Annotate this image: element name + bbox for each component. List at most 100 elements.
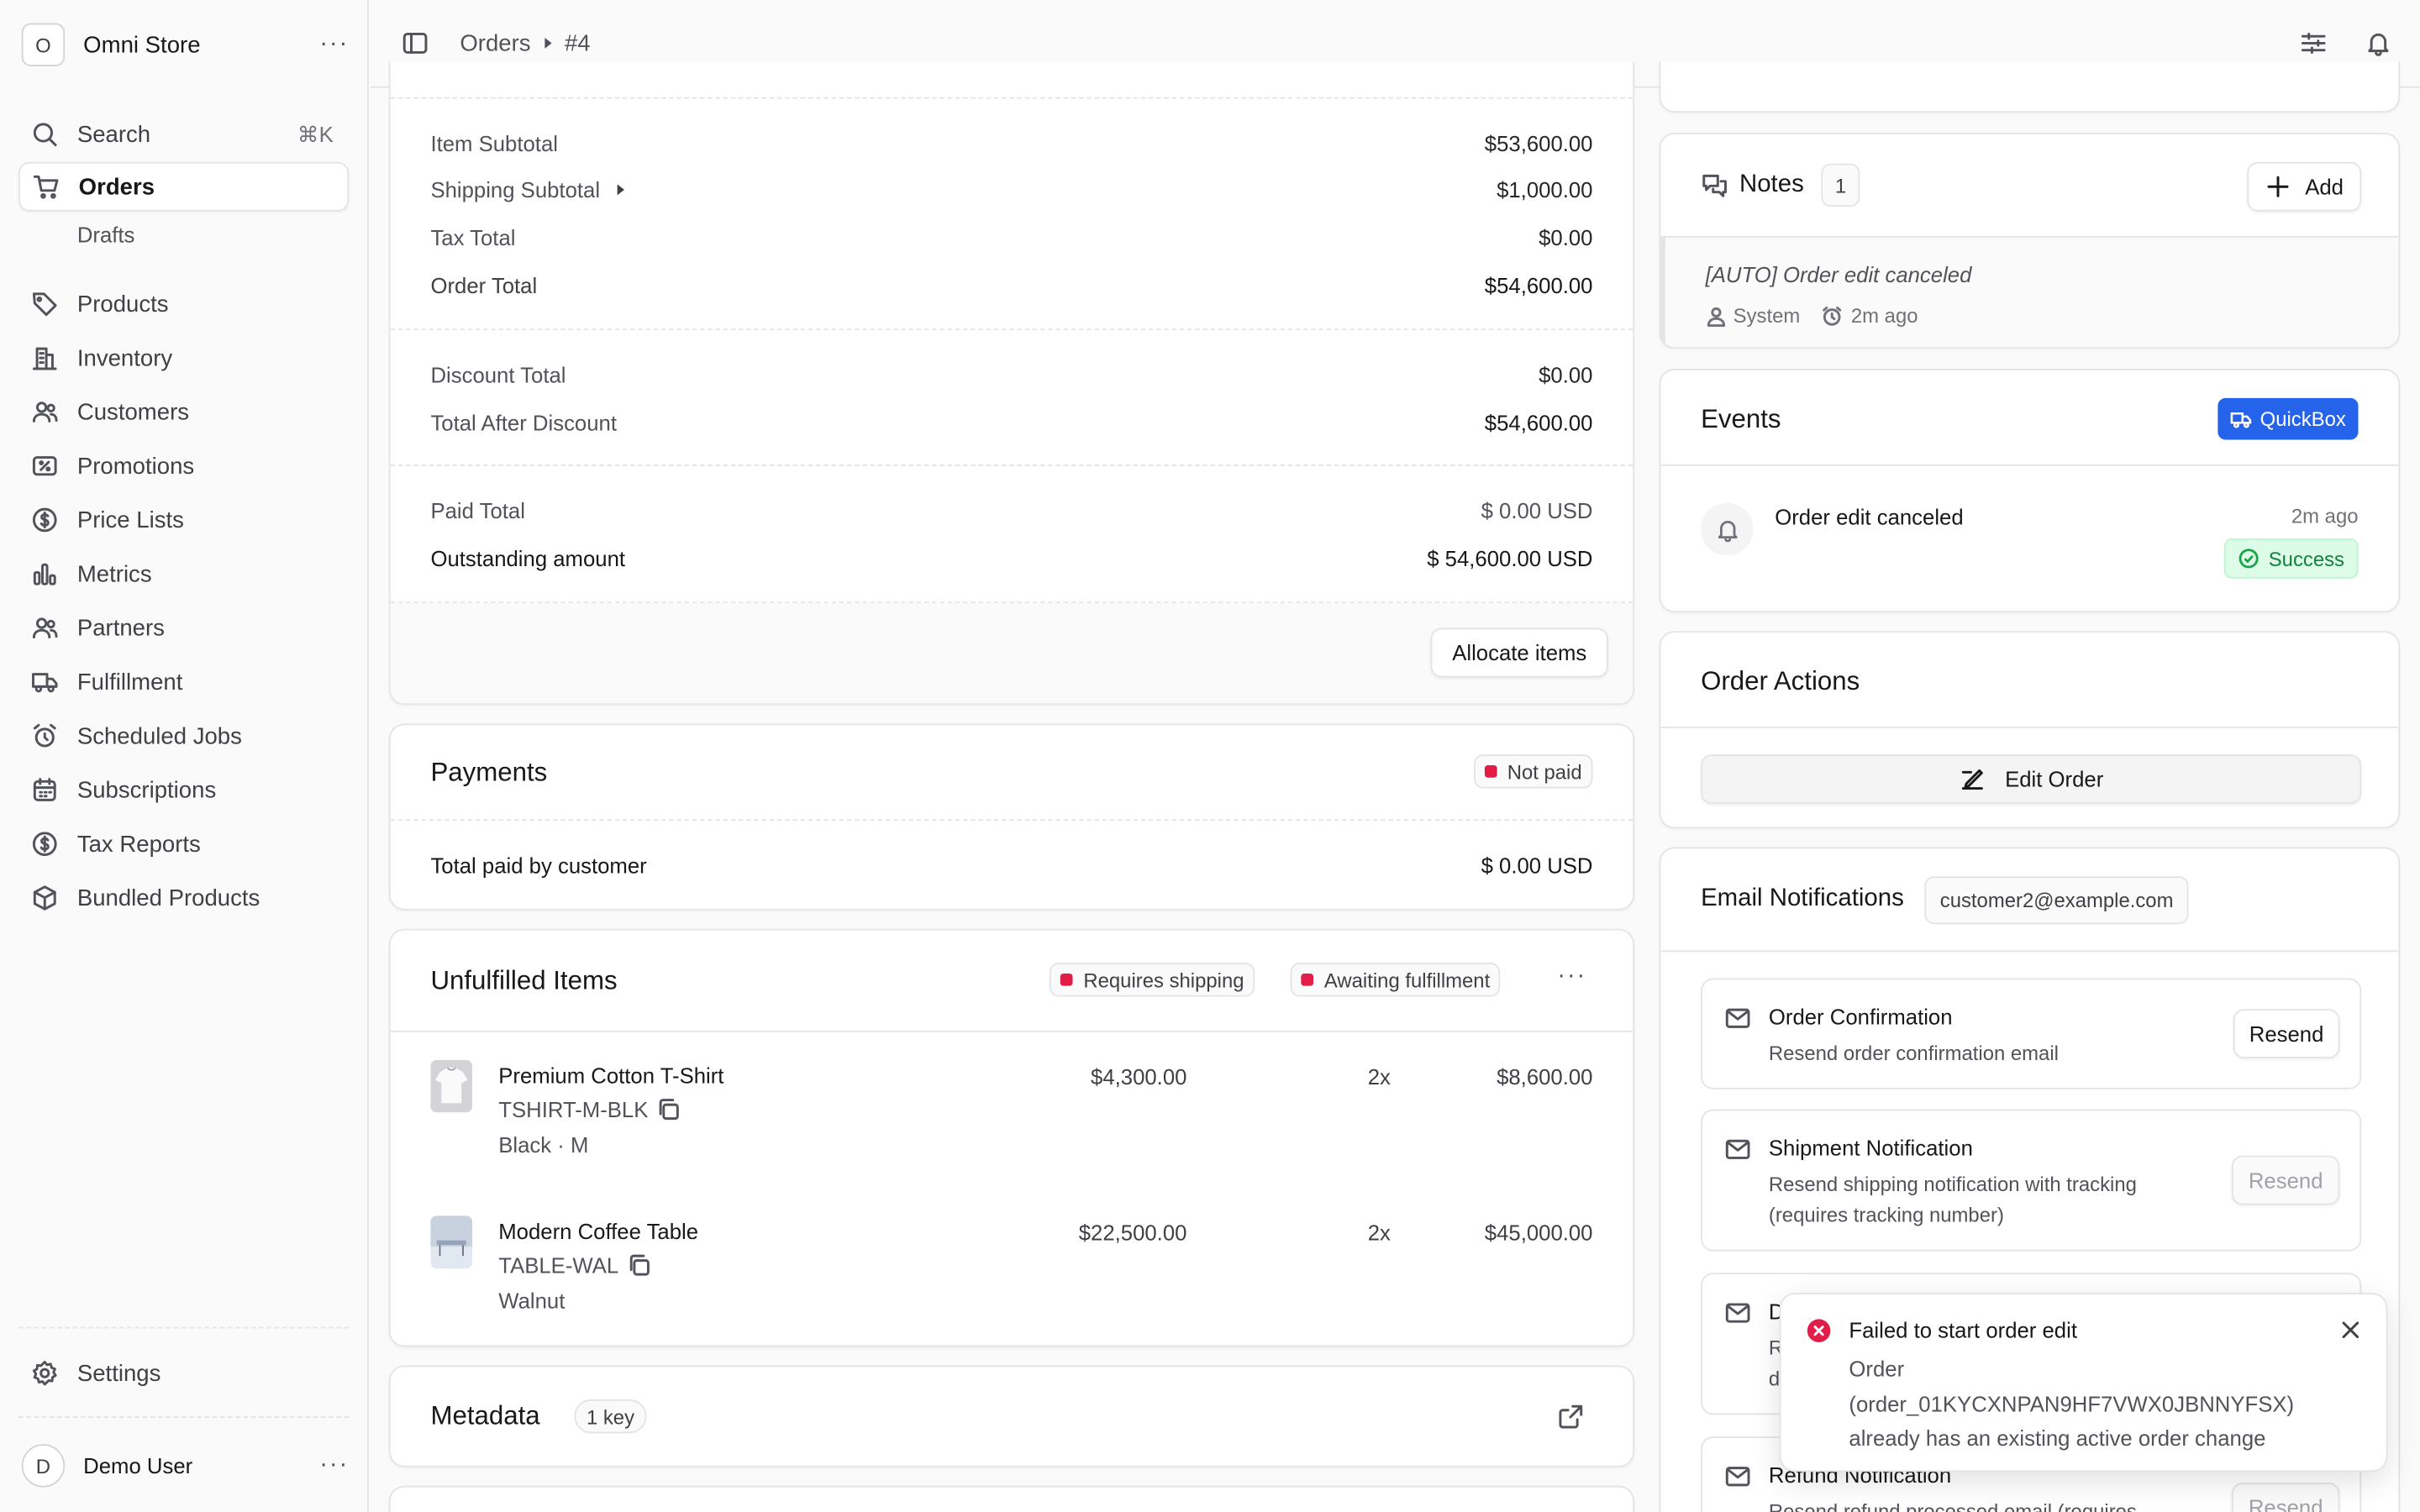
users-icon bbox=[32, 402, 58, 423]
sidebar-item-drafts[interactable]: Drafts bbox=[77, 222, 135, 246]
truck-icon bbox=[32, 673, 58, 693]
notes-count-badge: 1 bbox=[1821, 163, 1860, 207]
total-after-discount-row: Total After Discount $54,600.00 bbox=[430, 411, 1592, 435]
quickbox-label: QuickBox bbox=[2260, 407, 2346, 431]
item-total: $8,600.00 bbox=[1497, 1064, 1593, 1089]
settings-label: Settings bbox=[76, 1360, 161, 1387]
edit-order-label: Edit Order bbox=[2005, 766, 2104, 792]
cube-icon bbox=[33, 885, 56, 911]
user-name: Demo User bbox=[83, 1453, 193, 1478]
notes-card: Notes 1 Add [AUTO] Order edit canceled S… bbox=[1659, 132, 2401, 349]
coffee-table-image bbox=[430, 1215, 473, 1268]
sidebar-item-orders[interactable]: Orders bbox=[18, 161, 350, 212]
allocate-items-button[interactable]: Allocate items bbox=[1430, 627, 1608, 678]
sidebar-item-subscriptions[interactable]: Subscriptions bbox=[18, 765, 349, 815]
payment-status-label: Not paid bbox=[1507, 759, 1582, 784]
sidebar-item-settings[interactable]: Settings bbox=[18, 1348, 349, 1398]
email-title: Email Notifications bbox=[1701, 885, 1904, 912]
toast-message-line: already has an existing active order cha… bbox=[1849, 1425, 2266, 1451]
sidebar-item-metrics[interactable]: Metrics bbox=[18, 549, 349, 599]
sidebar-item-label: Products bbox=[76, 291, 169, 318]
envelope-icon bbox=[1725, 1303, 1750, 1323]
alarm-clock-icon bbox=[1823, 306, 1842, 325]
breadcrumb-current: #4 bbox=[564, 29, 591, 57]
metadata-title: Metadata bbox=[430, 1400, 540, 1431]
sidebar-item-inventory[interactable]: Inventory bbox=[18, 333, 349, 383]
shipping-subtotal-row[interactable]: Shipping Subtotal $1,000.00 bbox=[430, 177, 1592, 202]
user-menu[interactable]: D Demo User ··· bbox=[21, 1442, 349, 1488]
resend-button[interactable]: Resend bbox=[2231, 1155, 2340, 1205]
tag-icon bbox=[32, 292, 57, 317]
external-link-icon[interactable] bbox=[1557, 1403, 1585, 1431]
order-total-row: Order Total $54,600.00 bbox=[430, 273, 1592, 297]
user-menu-icon[interactable]: ··· bbox=[319, 1452, 349, 1479]
item-subtotal-row: Item Subtotal $53,600.00 bbox=[430, 131, 1592, 155]
sidebar-item-scheduled-jobs[interactable]: Scheduled Jobs bbox=[18, 711, 349, 761]
order-total-value: $54,600.00 bbox=[1484, 273, 1593, 298]
resend-button[interactable]: Resend bbox=[2231, 1483, 2340, 1512]
sidebar-item-partners[interactable]: Partners bbox=[18, 603, 349, 653]
total-after-discount-label: Total After Discount bbox=[430, 410, 618, 435]
sidebar-item-fulfillment[interactable]: Fulfillment bbox=[18, 657, 349, 706]
search-icon bbox=[33, 123, 57, 147]
unfulfilled-items-card: Unfulfilled Items Requires shipping Awai… bbox=[388, 928, 1635, 1347]
tshirt-image bbox=[430, 1059, 473, 1113]
envelope-icon bbox=[1725, 1467, 1750, 1487]
more-actions-icon[interactable]: ··· bbox=[1557, 963, 1586, 990]
sidebar-item-promotions[interactable]: Promotions bbox=[18, 441, 349, 491]
sidebar-toggle-icon[interactable] bbox=[402, 29, 429, 57]
sidebar-item-label: Fulfillment bbox=[76, 669, 183, 696]
sidebar-item-label: Partners bbox=[76, 614, 165, 642]
email-item-desc: Resend order confirmation email bbox=[1768, 1041, 2059, 1065]
outstanding-label: Outstanding amount bbox=[430, 546, 626, 571]
item-quantity: 2x bbox=[1367, 1220, 1391, 1246]
sidebar-item-label: Price Lists bbox=[76, 507, 184, 533]
sidebar-item-bundled-products[interactable]: Bundled Products bbox=[18, 874, 349, 923]
next-card bbox=[388, 1485, 1635, 1512]
note-text: [AUTO] Order edit canceled bbox=[1705, 262, 1972, 287]
payments-title: Payments bbox=[430, 757, 548, 787]
item-variant: Black · M bbox=[498, 1132, 589, 1158]
chart-bar-icon bbox=[33, 563, 56, 585]
sidebar-item-tax-reports[interactable]: Tax Reports bbox=[18, 819, 349, 869]
item-sku-text: TABLE-WAL bbox=[498, 1252, 619, 1278]
status-badge: Success bbox=[2223, 538, 2359, 579]
sidebar-item-label: Subscriptions bbox=[76, 776, 217, 804]
currency-dollar-icon bbox=[32, 507, 57, 533]
note-time: 2m ago bbox=[1850, 303, 1918, 328]
adjustments-icon[interactable] bbox=[2300, 29, 2328, 57]
sidebar-search[interactable]: Search ⌘K bbox=[18, 109, 349, 159]
alarm-clock-icon bbox=[33, 723, 56, 748]
status-dot bbox=[1484, 765, 1497, 778]
breadcrumb-orders[interactable]: Orders bbox=[460, 30, 530, 56]
store-menu-icon[interactable]: ··· bbox=[319, 31, 349, 59]
chevron-right-icon bbox=[544, 37, 552, 49]
edit-order-button[interactable]: Edit Order bbox=[1701, 754, 2362, 804]
copy-icon[interactable] bbox=[656, 1097, 681, 1121]
paid-total-value: $ 0.00 USD bbox=[1481, 498, 1593, 523]
close-icon[interactable] bbox=[2339, 1319, 2361, 1341]
events-card: Events QuickBox Order edit canceled 2m a… bbox=[1659, 368, 2401, 613]
item-price: $4,300.00 bbox=[1091, 1064, 1187, 1089]
divider bbox=[1660, 950, 2399, 953]
order-summary-card: Item Subtotal $53,600.00 Shipping Subtota… bbox=[388, 61, 1635, 706]
notes-title: Notes bbox=[1739, 171, 1804, 198]
copy-icon[interactable] bbox=[626, 1252, 650, 1277]
sidebar-item-customers[interactable]: Customers bbox=[18, 387, 349, 437]
store-switcher[interactable]: O Omni Store ··· bbox=[21, 22, 349, 68]
note-meta: System 2m ago bbox=[1706, 303, 1918, 328]
resend-button[interactable]: Resend bbox=[2233, 1009, 2340, 1058]
sidebar-item-products[interactable]: Products bbox=[18, 279, 349, 328]
item-subtotal-value: $53,600.00 bbox=[1484, 131, 1593, 156]
sidebar-item-price-lists[interactable]: Price Lists bbox=[18, 496, 349, 545]
bell-icon[interactable] bbox=[2365, 29, 2392, 57]
email-address-badge: customer2@example.com bbox=[1924, 876, 2189, 925]
add-note-button[interactable]: Add bbox=[2247, 161, 2362, 212]
users-icon bbox=[32, 617, 58, 639]
quickbox-badge[interactable]: QuickBox bbox=[2218, 397, 2359, 440]
email-item-desc: Resend refund processed email (requires bbox=[1768, 1499, 2137, 1512]
event-icon-circle bbox=[1701, 502, 1754, 556]
plus-icon bbox=[2266, 176, 2288, 197]
toast-title: Failed to start order edit bbox=[1849, 1317, 2077, 1342]
caret-right-icon[interactable] bbox=[609, 179, 631, 201]
